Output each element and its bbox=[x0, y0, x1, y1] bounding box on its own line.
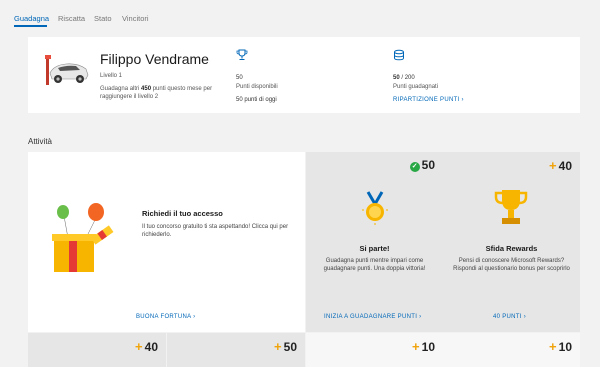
car-avatar-icon bbox=[45, 55, 89, 85]
badge-value: 10 bbox=[558, 340, 572, 354]
check-icon: ✓ bbox=[409, 162, 420, 172]
badge-value: 10 bbox=[421, 340, 435, 354]
points-breakdown-label: RIPARTIZIONE PUNTI bbox=[393, 97, 460, 103]
rewards-challenge-desc: Pensi di conoscere Microsoft Rewards? Ri… bbox=[453, 258, 570, 272]
earned-total: / 200 bbox=[399, 75, 415, 81]
points-badge: +40 bbox=[135, 339, 158, 354]
get-started-card[interactable]: ✓ 50 Si parte! Guadagna punti mentre impa… bbox=[306, 152, 443, 332]
tab-guadagna[interactable]: Guadagna bbox=[14, 14, 49, 23]
badge-value: 50 bbox=[283, 340, 297, 354]
plus-icon: + bbox=[549, 158, 557, 173]
activity-section-title: Attività bbox=[28, 137, 53, 146]
user-name: Filippo Vendrame bbox=[100, 51, 209, 67]
badge-value: 40 bbox=[144, 340, 158, 354]
today-points: 50 punti di oggi bbox=[236, 97, 277, 103]
trophy-icon bbox=[236, 49, 248, 60]
activity-card[interactable]: +10 bbox=[443, 333, 580, 367]
chevron-right-icon: › bbox=[523, 314, 527, 320]
activity-card[interactable]: +40 bbox=[28, 333, 166, 367]
activity-card[interactable]: +50 bbox=[167, 333, 305, 367]
points-badge: +40 bbox=[549, 158, 572, 173]
rewards-challenge-title: Sfida Rewards bbox=[485, 244, 538, 253]
rewards-challenge-card[interactable]: +40 Sfida Rewards Pensi di conoscere Mic… bbox=[443, 152, 580, 332]
chevron-right-icon: › bbox=[193, 314, 196, 320]
plus-icon: + bbox=[274, 339, 282, 354]
tab-riscatta[interactable]: Riscatta bbox=[58, 14, 85, 23]
level-goal-text: Guadagna altri 450 punti questo mese per… bbox=[100, 85, 218, 101]
earned-value: 50 bbox=[393, 75, 400, 81]
chevron-right-icon: › bbox=[419, 314, 422, 320]
rewards-points-label: 40 PUNTI bbox=[493, 314, 522, 320]
contest-card-title: Richiedi il tuo accesso bbox=[142, 209, 223, 218]
tab-vincitori[interactable]: Vincitori bbox=[122, 14, 149, 23]
user-level: Livello 1 bbox=[100, 73, 123, 79]
contest-card-desc: Il tuo concorso gratuito ti sta aspettan… bbox=[142, 224, 289, 238]
tab-stato[interactable]: Stato bbox=[94, 14, 112, 23]
goal-prefix: Guadagna altri bbox=[100, 86, 142, 92]
start-earning-link[interactable]: INIZIA A GUADAGNARE PUNTI › bbox=[324, 314, 421, 320]
coins-stack-icon bbox=[394, 49, 404, 61]
plus-icon: + bbox=[549, 339, 557, 354]
badge-value: 50 bbox=[421, 158, 435, 172]
gift-box-icon bbox=[52, 203, 114, 272]
activity-card[interactable]: +10 bbox=[306, 333, 443, 367]
available-points-value: 50 bbox=[236, 75, 243, 81]
earned-points-value: 50 / 200 bbox=[393, 75, 415, 81]
earned-points-label: Punti guadagnati bbox=[393, 84, 439, 90]
rewards-points-link[interactable]: 40 PUNTI › bbox=[493, 314, 526, 320]
points-badge: +10 bbox=[412, 339, 435, 354]
plus-icon: + bbox=[412, 339, 420, 354]
points-breakdown-link[interactable]: RIPARTIZIONE PUNTI › bbox=[393, 97, 464, 103]
badge-value: 40 bbox=[558, 159, 572, 173]
chevron-right-icon: › bbox=[461, 97, 464, 103]
contest-card[interactable]: Richiedi il tuo accesso Il tuo concorso … bbox=[28, 152, 305, 332]
profile-card: Filippo Vendrame Livello 1 Guadagna altr… bbox=[28, 37, 580, 113]
goal-points: 450 bbox=[141, 86, 152, 92]
get-started-title: Si parte! bbox=[359, 244, 390, 253]
points-badge: +50 bbox=[274, 339, 297, 354]
available-points-label: Punti disponibili bbox=[236, 84, 278, 90]
points-badge: +10 bbox=[549, 339, 572, 354]
good-luck-link[interactable]: BUONA FORTUNA › bbox=[136, 314, 195, 320]
points-badge: ✓ 50 bbox=[409, 158, 435, 172]
start-earning-label: INIZIA A GUADAGNARE PUNTI bbox=[324, 314, 418, 320]
top-nav: Guadagna Riscatta Stato Vincitori bbox=[0, 0, 600, 28]
medal-icon bbox=[362, 191, 388, 225]
get-started-desc: Guadagna punti mentre impari come guadag… bbox=[323, 258, 426, 272]
plus-icon: + bbox=[135, 339, 143, 354]
trophy-icon bbox=[494, 190, 528, 224]
active-tab-indicator bbox=[14, 25, 47, 27]
good-luck-label: BUONA FORTUNA bbox=[136, 314, 192, 320]
